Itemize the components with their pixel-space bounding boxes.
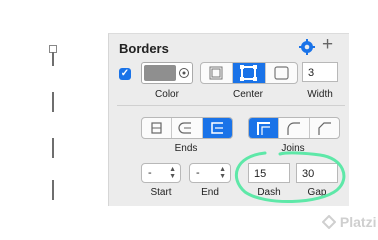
border-color-well[interactable] xyxy=(141,62,193,84)
start-arrow-select[interactable]: - ▲ ▼ xyxy=(141,163,181,183)
line-ends-control[interactable] xyxy=(141,117,233,139)
position-outside-button[interactable] xyxy=(266,63,297,83)
position-center-icon xyxy=(240,65,258,81)
watermark-logo: Platzi xyxy=(321,214,377,230)
color-label: Color xyxy=(155,89,179,100)
width-label: Width xyxy=(307,89,333,100)
end-butt-button[interactable] xyxy=(142,118,173,138)
canvas-line-segment xyxy=(52,180,54,200)
watermark-text: Platzi xyxy=(339,214,377,230)
gear-icon[interactable] xyxy=(299,39,315,55)
end-value: - xyxy=(196,167,200,179)
add-border-icon[interactable]: + xyxy=(322,35,333,55)
position-label: Center xyxy=(232,89,263,100)
line-joins-control[interactable] xyxy=(248,117,340,139)
color-picker-icon[interactable] xyxy=(178,65,190,81)
canvas-line-segment xyxy=(52,52,54,66)
end-round-button[interactable] xyxy=(172,118,203,138)
round-join-icon xyxy=(287,122,301,135)
square-cap-icon xyxy=(210,122,223,134)
start-label: Start xyxy=(150,187,172,198)
position-inside-button[interactable] xyxy=(201,63,234,83)
position-outside-icon xyxy=(274,66,289,80)
ends-label: Ends xyxy=(174,143,198,154)
border-color-swatch[interactable] xyxy=(144,65,176,81)
canvas-line-segment xyxy=(52,138,54,158)
join-bevel-button[interactable] xyxy=(310,118,339,138)
position-inside-icon xyxy=(209,66,223,80)
join-round-button[interactable] xyxy=(279,118,310,138)
position-center-button[interactable] xyxy=(233,63,266,83)
butt-cap-icon xyxy=(151,122,162,134)
section-title: Borders xyxy=(119,41,169,56)
start-value: - xyxy=(148,167,152,179)
bevel-join-icon xyxy=(318,122,331,135)
annotation-circle xyxy=(234,151,346,204)
join-miter-button[interactable] xyxy=(249,118,280,138)
border-enabled-checkbox[interactable]: ✓ xyxy=(119,68,131,80)
canvas-line-segment xyxy=(52,92,54,112)
border-position-control[interactable] xyxy=(200,62,298,84)
round-cap-icon xyxy=(178,122,192,134)
divider xyxy=(117,105,345,106)
miter-join-icon xyxy=(257,122,270,135)
platzi-logo-icon xyxy=(321,214,337,230)
stepper-arrows-icon[interactable]: ▲ ▼ xyxy=(169,166,176,180)
end-square-button[interactable] xyxy=(202,118,232,138)
border-width-field[interactable]: 3 xyxy=(302,62,338,82)
